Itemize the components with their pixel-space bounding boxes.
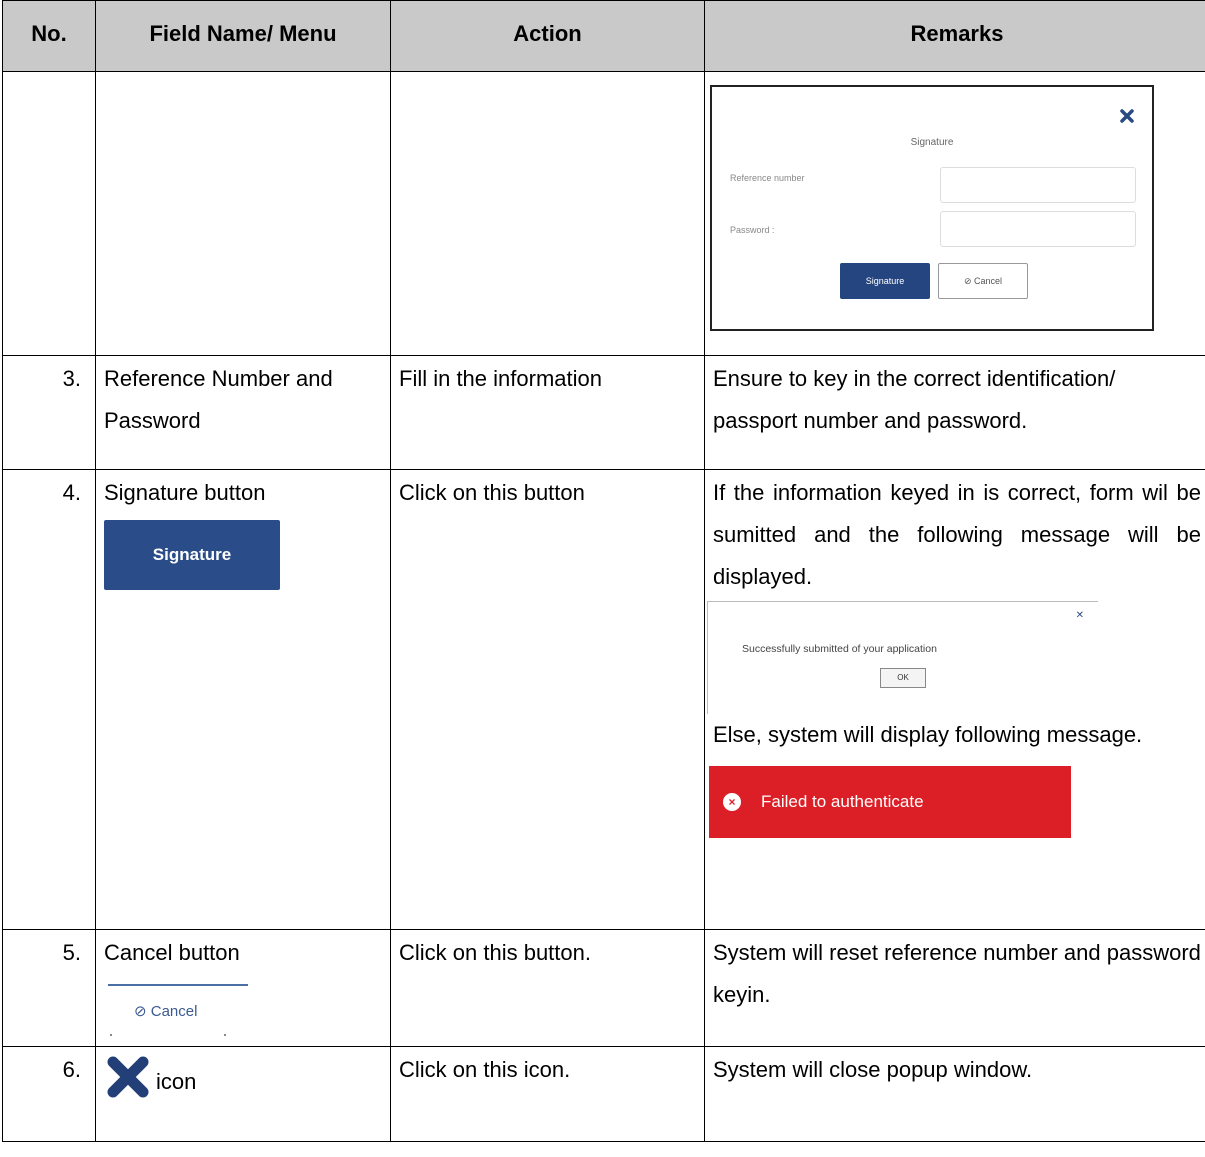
field-name: icon bbox=[156, 1069, 197, 1094]
password-input[interactable] bbox=[940, 211, 1136, 247]
remarks-intro: If the information keyed in is correct, … bbox=[713, 480, 1201, 589]
cancel-button[interactable]: ⊘ Cancel bbox=[938, 263, 1028, 299]
action-text: Click on this button. bbox=[390, 929, 705, 1047]
reference-input[interactable] bbox=[940, 167, 1136, 203]
remarks-text: System will close popup window. bbox=[704, 1046, 1205, 1142]
row-number: 6. bbox=[2, 1046, 96, 1142]
action-text: Click on this button bbox=[390, 469, 705, 930]
field-name: Reference Number and Password bbox=[95, 355, 391, 470]
cancel-label: Cancel bbox=[150, 1003, 198, 1020]
remarks-else: Else, system will display following mess… bbox=[713, 722, 1143, 747]
row-number: 5. bbox=[2, 929, 96, 1047]
instruction-table: No. Field Name/ Menu Action Remarks Sign… bbox=[2, 0, 1205, 1142]
header-field: Field Name/ Menu bbox=[95, 0, 391, 72]
cancel-icon: ⊘ bbox=[134, 1003, 147, 1020]
success-dialog-screenshot: ✕ Successfully submitted of your applica… bbox=[707, 601, 1098, 714]
table-row: 4. Signature button Signature Click on t… bbox=[2, 469, 1205, 930]
dialog-title: Signature bbox=[910, 137, 954, 148]
error-banner: × Failed to authenticate bbox=[709, 766, 1071, 838]
field-name: Signature button bbox=[104, 480, 266, 505]
table-row: Signature Reference number Password : Si… bbox=[2, 71, 1205, 356]
reference-label: Reference number bbox=[730, 173, 805, 183]
row-number: 4. bbox=[2, 469, 96, 930]
success-message: Successfully submitted of your applicati… bbox=[742, 643, 937, 655]
field-name: Cancel button bbox=[104, 940, 240, 965]
signature-dialog-screenshot: Signature Reference number Password : Si… bbox=[710, 85, 1154, 331]
cancel-label: Cancel bbox=[974, 276, 1003, 286]
table-row: 3. Reference Number and Password Fill in… bbox=[2, 355, 1205, 470]
password-label: Password : bbox=[730, 225, 775, 235]
remarks-text: System will reset reference number and p… bbox=[704, 929, 1205, 1047]
signature-button[interactable]: Signature bbox=[840, 263, 930, 299]
divider bbox=[108, 984, 248, 986]
table-row: 5. Cancel button ⊘ Cancel Click on this … bbox=[2, 929, 1205, 1047]
header-action: Action bbox=[390, 0, 705, 72]
table-row: 6. icon Click on this icon. System will … bbox=[2, 1046, 1205, 1142]
error-message: Failed to authenticate bbox=[761, 792, 924, 811]
close-icon bbox=[1120, 109, 1134, 123]
close-icon: ✕ bbox=[1075, 610, 1084, 621]
close-x-icon[interactable] bbox=[106, 1055, 150, 1099]
header-remarks: Remarks bbox=[704, 0, 1205, 72]
header-no: No. bbox=[2, 0, 96, 72]
error-icon: × bbox=[723, 793, 741, 811]
cancel-button[interactable]: ⊘ Cancel bbox=[108, 978, 248, 1044]
row-number: 3. bbox=[2, 355, 96, 470]
ok-button[interactable]: OK bbox=[880, 668, 926, 688]
remarks-text: Ensure to key in the correct identificat… bbox=[704, 355, 1205, 470]
signature-button[interactable]: Signature bbox=[104, 520, 280, 590]
header-row: No. Field Name/ Menu Action Remarks bbox=[2, 0, 1205, 72]
action-text: Click on this icon. bbox=[390, 1046, 705, 1142]
action-text: Fill in the information bbox=[390, 355, 705, 470]
